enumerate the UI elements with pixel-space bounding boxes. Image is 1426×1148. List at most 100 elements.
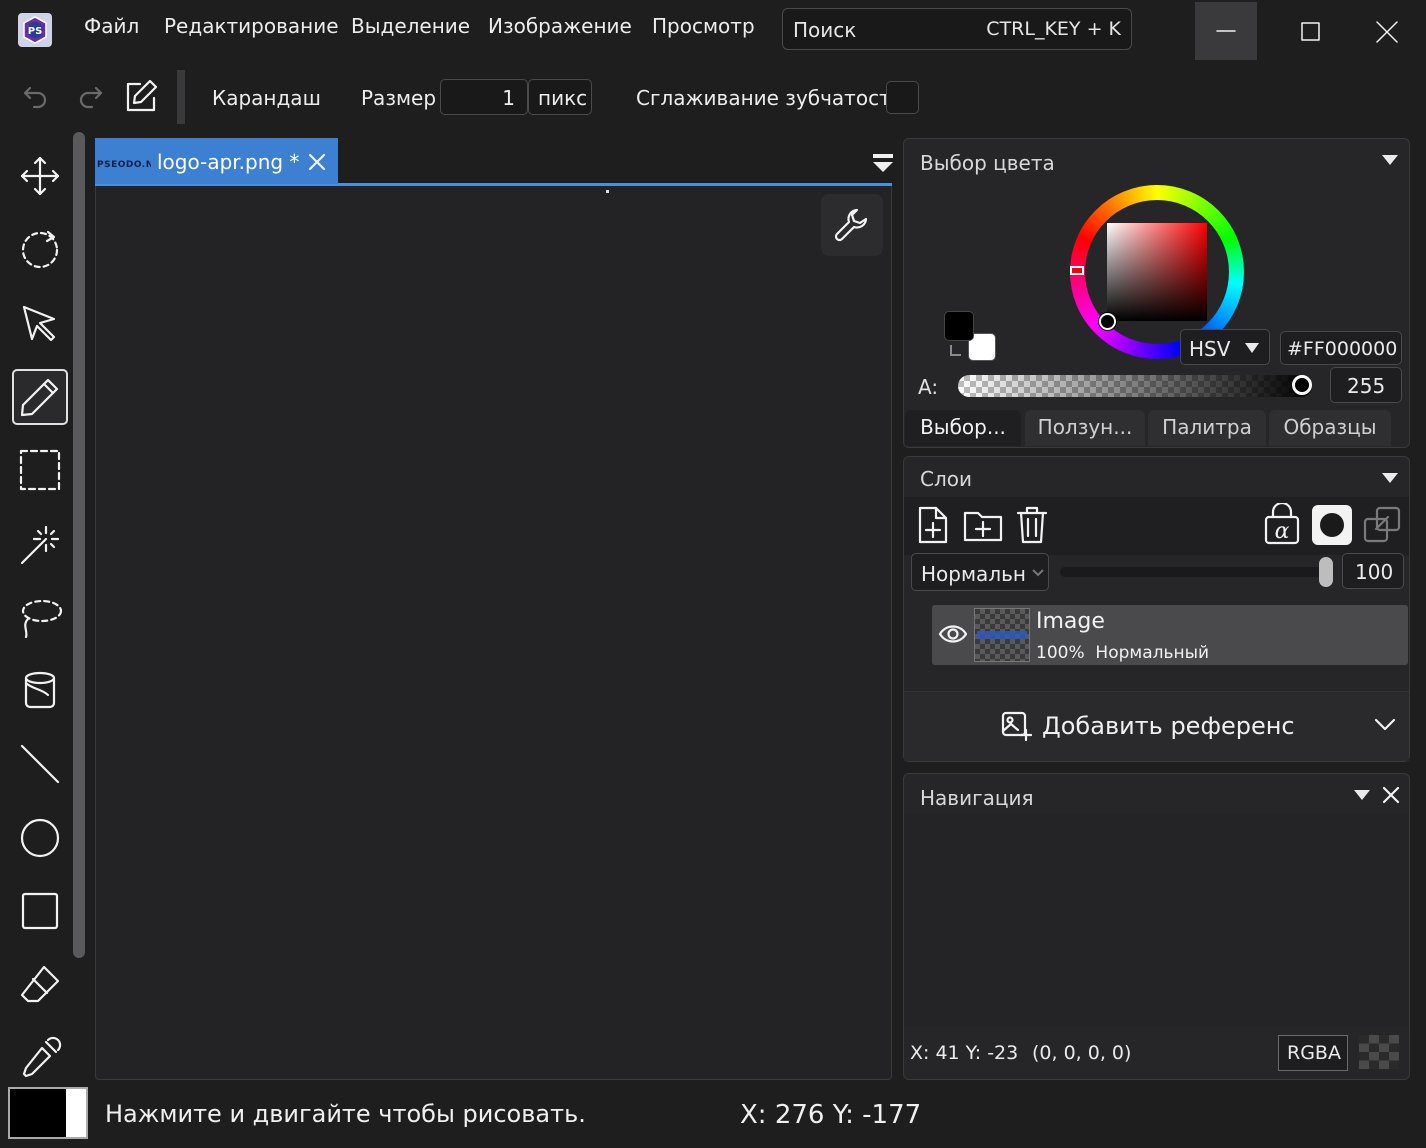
select-tool[interactable] <box>12 295 68 351</box>
tool-name: Карандаш <box>212 86 321 110</box>
add-reference-bar[interactable]: Добавить референс <box>904 691 1409 761</box>
divider <box>177 70 185 124</box>
visibility-eye-icon[interactable] <box>938 621 968 647</box>
document-tab-label: logo-apr.png * <box>157 150 300 174</box>
alpha-slider-handle[interactable] <box>1292 375 1312 395</box>
svg-text:α: α <box>1275 519 1290 544</box>
collapse-icon[interactable] <box>1354 790 1370 800</box>
menu-edit[interactable]: Редактирование <box>164 14 339 38</box>
checker-icon[interactable] <box>1359 1035 1399 1069</box>
eraser-tool[interactable] <box>12 957 68 1013</box>
color-mode-value: HSV <box>1189 337 1231 361</box>
color-mode-button[interactable]: RGBA <box>1278 1035 1348 1071</box>
app-logo-icon: PS <box>18 13 52 47</box>
menu-select[interactable]: Выделение <box>351 14 470 38</box>
primary-color-swatch[interactable] <box>944 311 974 341</box>
hue-marker[interactable] <box>1070 266 1084 275</box>
menu-view[interactable]: Просмотр <box>652 14 755 38</box>
clipping-mask-icon[interactable] <box>1362 505 1402 545</box>
alpha-slider[interactable] <box>958 375 1312 397</box>
color-picker-panel: Выбор цвета HSV #FF000000 A: 255 <box>903 138 1410 448</box>
tab-menu-icon[interactable] <box>873 154 893 172</box>
blend-mode-select[interactable]: Нормальн <box>911 553 1049 591</box>
redo-icon[interactable] <box>74 80 106 112</box>
title-bar: PS Файл Редактирование Выделение Изображ… <box>0 0 1426 62</box>
rect-select-tool[interactable] <box>12 442 68 498</box>
minimize-button[interactable] <box>1195 2 1257 60</box>
move-icon <box>18 154 62 198</box>
opacity-slider-handle[interactable] <box>1319 557 1333 587</box>
opacity-input[interactable]: 100 <box>1342 553 1404 589</box>
move-tool[interactable] <box>12 148 68 204</box>
wrench-button[interactable] <box>821 194 883 256</box>
line-tool[interactable] <box>12 736 68 792</box>
delete-layer-icon[interactable] <box>1014 505 1050 545</box>
collapse-icon[interactable] <box>1382 473 1398 483</box>
opacity-slider[interactable] <box>1060 567 1332 577</box>
rectangle-tool[interactable] <box>12 883 68 939</box>
eyedropper-tool[interactable] <box>12 1030 68 1086</box>
ellipse-tool[interactable] <box>12 810 68 866</box>
tool-options-bar: Карандаш Размер 1 пикс Сглаживание зубча… <box>0 62 1426 132</box>
navigation-preview[interactable] <box>904 814 1409 1026</box>
new-layer-icon[interactable] <box>914 505 950 545</box>
layer-row[interactable]: Image 100% Нормальный <box>932 605 1408 665</box>
rect-select-icon <box>18 448 62 492</box>
chevron-down-icon <box>1032 569 1044 577</box>
magic-wand-icon <box>18 521 62 565</box>
alpha-input[interactable]: 255 <box>1330 367 1402 403</box>
color-preview[interactable] <box>8 1087 88 1139</box>
close-tab-icon[interactable] <box>307 152 327 172</box>
close-panel-icon[interactable] <box>1382 786 1400 804</box>
status-coords: X: 276 Y: -177 <box>740 1100 922 1130</box>
saturation-value-square[interactable] <box>1107 223 1207 321</box>
alpha-label: A: <box>918 375 939 399</box>
size-input[interactable]: 1 <box>440 79 528 115</box>
layer-name: Image <box>1036 609 1105 634</box>
chevron-down-icon[interactable] <box>1374 718 1396 732</box>
new-group-icon[interactable] <box>962 507 1004 543</box>
add-reference-label: Добавить референс <box>1042 712 1295 740</box>
opacity-value: 100 <box>1355 560 1394 584</box>
layer-mask-icon[interactable] <box>1312 505 1352 545</box>
tab-swatches[interactable]: Образцы <box>1269 410 1391 446</box>
toolbox-scrollbar[interactable] <box>73 132 85 958</box>
document-thumbnail: PSEODO.NET <box>97 160 151 168</box>
document-tab[interactable]: PSEODO.NET logo-apr.png * <box>95 138 338 184</box>
magic-wand-tool[interactable] <box>12 515 68 571</box>
antialias-label: Сглаживание зубчатости <box>636 86 904 110</box>
hex-input[interactable]: #FF000000 <box>1280 331 1402 365</box>
navigation-panel-title: Навигация <box>920 786 1034 810</box>
tab-palette[interactable]: Палитра <box>1148 410 1266 446</box>
edit-icon[interactable] <box>122 78 160 114</box>
maximize-button[interactable] <box>1280 2 1342 60</box>
rotate-icon <box>18 228 62 272</box>
fill-tool[interactable] <box>12 663 68 719</box>
color-mode-select[interactable]: HSV <box>1180 329 1270 365</box>
document-tab-strip: PSEODO.NET logo-apr.png * <box>95 138 893 186</box>
sv-marker[interactable] <box>1099 313 1116 330</box>
eraser-icon <box>18 963 62 1007</box>
collapse-icon[interactable] <box>1382 155 1398 165</box>
alpha-lock-icon[interactable]: α <box>1262 503 1302 545</box>
swap-colors-icon[interactable] <box>948 343 964 359</box>
tab-sliders[interactable]: Ползун... <box>1025 410 1145 446</box>
tab-picker[interactable]: Выбор... <box>905 410 1021 446</box>
menu-image[interactable]: Изображение <box>488 14 632 38</box>
layers-panel-title: Слои <box>920 467 972 491</box>
layer-info: 100% Нормальный <box>1036 643 1210 663</box>
lasso-tool[interactable] <box>12 589 68 645</box>
canvas-area[interactable] <box>95 138 892 1080</box>
search-placeholder: Поиск <box>793 18 857 42</box>
menu-file[interactable]: Файл <box>84 14 139 38</box>
eyedropper-icon <box>18 1036 62 1080</box>
undo-icon[interactable] <box>20 80 52 112</box>
search-input[interactable]: Поиск CTRL_KEY + K <box>782 8 1132 50</box>
pencil-tool[interactable] <box>12 369 68 425</box>
close-window-button[interactable] <box>1356 2 1418 60</box>
rotate-tool[interactable] <box>12 222 68 278</box>
size-value: 1 <box>502 86 515 110</box>
antialias-checkbox[interactable] <box>886 81 919 114</box>
navigation-panel: Навигация X: 41 Y: -23 (0, 0, 0, 0) RGBA <box>903 773 1410 1080</box>
size-unit-box: пикс <box>528 79 592 115</box>
